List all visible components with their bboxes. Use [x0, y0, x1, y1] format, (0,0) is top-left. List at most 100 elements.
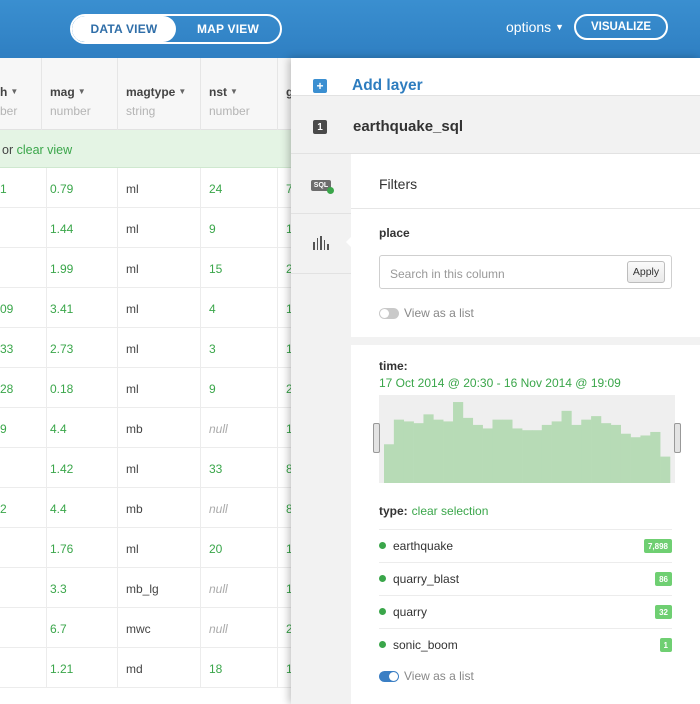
table-cell[interactable]: 9: [201, 368, 278, 408]
data-view-tab[interactable]: DATA VIEW: [72, 16, 176, 42]
notice-prefix: or: [2, 143, 17, 157]
type-item[interactable]: quarry_blast 86: [379, 562, 672, 594]
table-cell[interactable]: null: [201, 408, 278, 448]
view-toggle[interactable]: DATA VIEW MAP VIEW: [70, 14, 282, 44]
table-cell[interactable]: ml: [118, 208, 201, 248]
table-cell[interactable]: 2: [0, 488, 47, 528]
histogram-bar: [531, 430, 543, 483]
table-cell[interactable]: ml: [118, 288, 201, 328]
range-handle-right[interactable]: [674, 423, 681, 453]
table-cell[interactable]: ml: [118, 528, 201, 568]
table-cell[interactable]: mb_lg: [118, 568, 201, 608]
column-header[interactable]: h ▼ ber: [0, 58, 42, 130]
column-header[interactable]: magtype ▼ string: [118, 58, 201, 130]
histogram-bar: [482, 428, 493, 483]
histogram-bar: [551, 421, 562, 483]
column-header[interactable]: nst ▼ number: [201, 58, 278, 130]
table-cell[interactable]: 20: [201, 528, 278, 568]
type-item[interactable]: sonic_boom 1: [379, 628, 672, 660]
caret-down-icon: ▼: [555, 22, 565, 32]
apply-button[interactable]: Apply: [627, 261, 665, 283]
table-cell[interactable]: [0, 248, 47, 288]
table-cell[interactable]: 15: [201, 248, 278, 288]
table-cell[interactable]: 3.3: [42, 568, 118, 608]
visualize-button[interactable]: VISUALIZE: [574, 14, 668, 40]
table-cell[interactable]: mwc: [118, 608, 201, 648]
table-cell[interactable]: 4.4: [42, 488, 118, 528]
table-cell[interactable]: ml: [118, 168, 201, 208]
histogram-bar: [561, 410, 572, 483]
type-item-name: sonic_boom: [393, 638, 458, 652]
table-cell[interactable]: 0.18: [42, 368, 118, 408]
table-cell[interactable]: 1: [0, 168, 47, 208]
clear-selection-link[interactable]: clear selection: [412, 504, 489, 518]
layer-number-badge: 1: [313, 120, 327, 134]
table-cell[interactable]: 24: [201, 168, 278, 208]
table-cell[interactable]: 0.79: [42, 168, 118, 208]
add-layer-link[interactable]: Add layer: [352, 77, 423, 95]
table-cell[interactable]: 2.73: [42, 328, 118, 368]
table-cell[interactable]: ml: [118, 328, 201, 368]
filters-tool-button[interactable]: [291, 214, 351, 274]
table-cell[interactable]: 09: [0, 288, 47, 328]
range-handle-left[interactable]: [373, 423, 380, 453]
options-menu[interactable]: options ▼: [506, 19, 564, 35]
table-cell[interactable]: mb: [118, 488, 201, 528]
table-cell[interactable]: null: [201, 568, 278, 608]
table-cell[interactable]: 18: [201, 648, 278, 688]
table-cell[interactable]: md: [118, 648, 201, 688]
layer-panel: + Add layer 1 earthquake_sql SQL Filters…: [291, 58, 700, 704]
options-label: options: [506, 19, 552, 35]
table-cell[interactable]: 9: [201, 208, 278, 248]
table-cell[interactable]: 3.41: [42, 288, 118, 328]
type-item[interactable]: earthquake 7,898: [379, 529, 672, 561]
table-cell[interactable]: 1.99: [42, 248, 118, 288]
table-cell[interactable]: 33: [0, 328, 47, 368]
table-cell[interactable]: [0, 448, 47, 488]
place-search-input[interactable]: Search in this column Apply: [379, 255, 672, 289]
type-item[interactable]: quarry 32: [379, 595, 672, 627]
table-cell[interactable]: 1.44: [42, 208, 118, 248]
table-cell[interactable]: [0, 528, 47, 568]
place-filter-label: place: [379, 226, 410, 240]
table-cell[interactable]: 33: [201, 448, 278, 488]
time-histogram[interactable]: [373, 395, 681, 483]
add-layer-bar[interactable]: + Add layer: [291, 58, 700, 96]
view-as-list-toggle[interactable]: [379, 671, 399, 682]
table-cell[interactable]: [0, 208, 47, 248]
table-cell[interactable]: 3: [201, 328, 278, 368]
layer-title[interactable]: earthquake_sql: [353, 118, 463, 135]
table-cell[interactable]: 1.42: [42, 448, 118, 488]
type-item-name: earthquake: [393, 539, 454, 553]
time-filter-label: time:: [379, 359, 408, 373]
table-cell[interactable]: null: [201, 608, 278, 648]
time-range-text: 17 Oct 2014 @ 20:30 - 16 Nov 2014 @ 19:0…: [379, 376, 621, 390]
histogram-bar: [600, 423, 612, 483]
table-cell[interactable]: 28: [0, 368, 47, 408]
table-cell[interactable]: ml: [118, 448, 201, 488]
table-cell[interactable]: 4: [201, 288, 278, 328]
sql-tool-button[interactable]: SQL: [291, 154, 351, 214]
column-header[interactable]: mag ▼ number: [42, 58, 118, 130]
table-cell[interactable]: [0, 568, 47, 608]
table-cell[interactable]: ml: [118, 248, 201, 288]
clear-view-link[interactable]: clear view: [17, 143, 73, 157]
table-cell[interactable]: [0, 608, 47, 648]
table-cell[interactable]: [0, 648, 47, 688]
table-cell[interactable]: 4.4: [42, 408, 118, 448]
table-cell[interactable]: mb: [118, 408, 201, 448]
table-cell[interactable]: 1.21: [42, 648, 118, 688]
table-cell[interactable]: 6.7: [42, 608, 118, 648]
table-cell[interactable]: null: [201, 488, 278, 528]
histogram-bar: [462, 417, 474, 483]
table-cell[interactable]: 9: [0, 408, 47, 448]
column-name: mag: [50, 85, 75, 99]
map-view-tab[interactable]: MAP VIEW: [176, 16, 280, 42]
category-dot-icon: [379, 575, 386, 582]
histogram-bar: [443, 421, 454, 483]
column-name: nst: [209, 85, 227, 99]
table-cell[interactable]: ml: [118, 368, 201, 408]
filters-title: Filters: [379, 176, 418, 192]
view-as-list-toggle[interactable]: [379, 308, 399, 319]
table-cell[interactable]: 1.76: [42, 528, 118, 568]
